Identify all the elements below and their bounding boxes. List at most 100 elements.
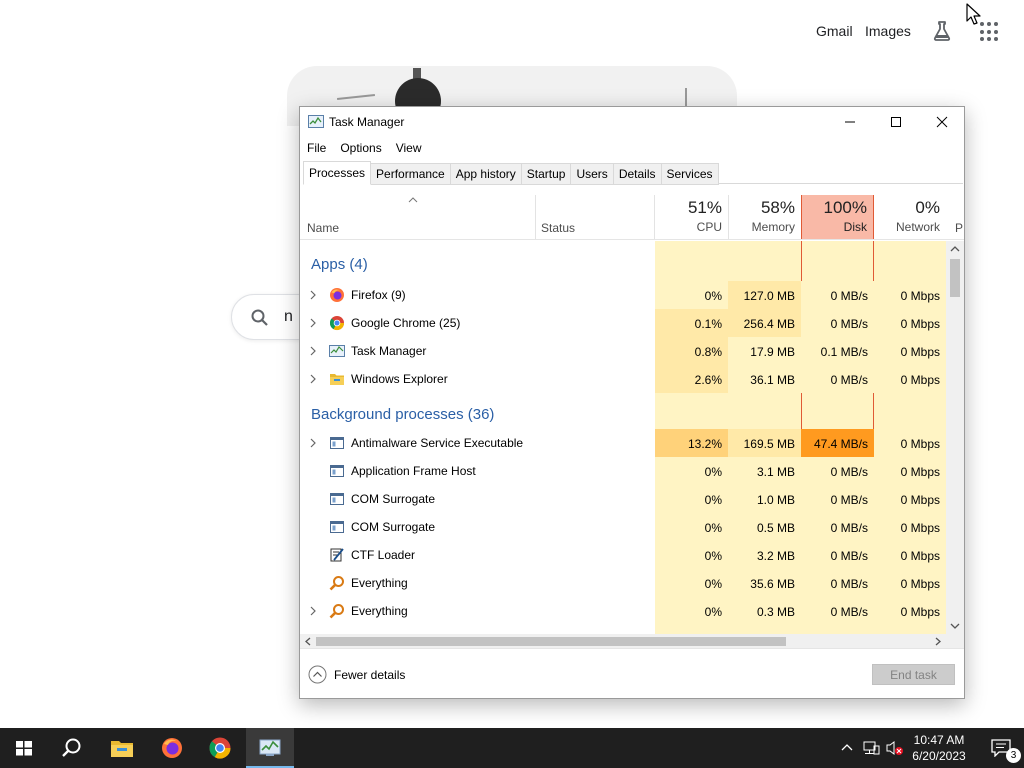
service-icon [330,521,344,533]
cpu-cell: 0% [655,485,728,513]
column-name[interactable]: Name [307,221,339,235]
task-manager-window: Task Manager File Options View Processes… [299,106,965,699]
network-label: Network [895,220,940,234]
process-list[interactable]: Apps (4) Firefox (9) 0% 127.0 MB 0 MB/s 0 Mbp… [300,241,946,634]
expand-chevron-icon[interactable] [309,289,317,301]
disk-cell: 0 MB/s [801,569,874,597]
process-row[interactable]: Windows Explorer 2.6% 36.1 MB 0 MB/s 0 Mbps [300,365,946,393]
tab-users[interactable]: Users [571,163,614,185]
expand-chevron-icon[interactable] [309,437,317,449]
network-cell: 0 Mbps [874,337,946,365]
process-row[interactable]: Firefox (9) 0% 127.0 MB 0 MB/s 0 Mbps [300,281,946,309]
process-row[interactable]: Task Manager 0.8% 17.9 MB 0.1 MB/s 0 Mbps [300,337,946,365]
scroll-down-icon[interactable] [950,622,960,630]
chevron-up-circle-icon[interactable] [308,665,327,684]
fewer-details-link[interactable]: Fewer details [334,668,405,682]
tray-network[interactable] [860,728,882,768]
process-name: Firefox (9) [351,288,406,302]
tab-processes[interactable]: Processes [303,161,372,185]
process-name: CTF Loader [351,548,416,562]
group-header-background[interactable]: Background processes (36) [300,395,946,431]
minimize-button[interactable] [827,107,873,137]
tab-app-history[interactable]: App history [450,163,522,185]
process-name: COM Surrogate [351,492,436,506]
process-row[interactable]: COM Surrogate 0% 0.5 MB 0 MB/s 0 Mbps [300,513,946,541]
clock-time: 10:47 AM [913,733,965,747]
tab-startup[interactable]: Startup [521,163,572,185]
system-clock[interactable]: 10:47 AM 6/20/2023 [906,732,972,764]
group-header-apps[interactable]: Apps (4) [300,245,946,281]
expand-chevron-icon[interactable] [309,373,317,385]
expand-chevron-icon[interactable] [309,345,317,357]
tray-overflow-button[interactable] [838,728,856,768]
cpu-cell: 2.6% [655,365,728,393]
process-row[interactable]: Application Frame Host 0% 3.1 MB 0 MB/s 0 Mb… [300,457,946,485]
action-center-button[interactable]: 3 [982,728,1021,768]
scroll-right-icon[interactable] [934,637,942,646]
column-header: Name Status 51% CPU 58% Memory 100% Disk… [300,195,964,240]
process-row[interactable]: COM Surrogate 0% 1.0 MB 0 MB/s 0 Mbps [300,485,946,513]
maximize-button[interactable] [873,107,919,137]
column-status[interactable]: Status [541,221,575,235]
memory-cell: 127.0 MB [728,281,801,309]
expand-chevron-icon[interactable] [309,605,317,617]
menu-view[interactable]: View [389,138,429,158]
scroll-left-icon[interactable] [304,637,312,646]
vertical-scrollbar[interactable] [946,241,964,634]
taskbar-task-manager[interactable] [246,728,294,768]
column-cpu[interactable]: 51% CPU [655,195,728,239]
tab-performance[interactable]: Performance [371,163,451,185]
column-separator[interactable] [535,195,536,239]
column-memory[interactable]: 58% Memory [728,195,801,239]
disk-cell: 0 MB/s [801,457,874,485]
network-cell: 0 Mbps [874,365,946,393]
menu-options[interactable]: Options [333,138,388,158]
column-power-partial[interactable]: P [955,221,963,235]
firefox-icon [162,738,182,758]
taskbar-file-explorer[interactable] [98,728,146,768]
taskbar-search-button[interactable] [48,728,96,768]
title-bar[interactable]: Task Manager [300,107,964,137]
tab-services[interactable]: Services [661,163,719,185]
column-disk[interactable]: 100% Disk [801,195,874,239]
disk-cell: 0 MB/s [801,597,874,625]
horizontal-scroll-thumb[interactable] [316,637,786,646]
group-title: Apps (4) [311,256,368,273]
disk-cell: 0 MB/s [801,281,874,309]
apps-grid-icon[interactable] [980,22,1000,42]
tray-volume[interactable] [884,728,906,768]
expand-chevron-icon[interactable] [309,317,317,329]
process-row[interactable]: CTF Loader 0% 3.2 MB 0 MB/s 0 Mbps [300,541,946,569]
taskbar-chrome[interactable] [196,728,244,768]
memory-cell: 17.9 MB [728,337,801,365]
cpu-cell: 0.8% [655,337,728,365]
process-row[interactable]: Antimalware Service Executable 13.2% 169.5… [300,429,946,457]
horizontal-scrollbar[interactable] [300,634,946,648]
flask-icon[interactable] [930,19,954,43]
close-button[interactable] [919,107,964,137]
menu-file[interactable]: File [300,138,333,158]
network-cell: 0 Mbps [874,597,946,625]
network-cell: 0 Mbps [874,541,946,569]
process-name: Google Chrome (25) [351,316,461,330]
scroll-up-icon[interactable] [950,245,960,253]
search-icon [251,309,268,326]
start-button[interactable] [0,728,48,768]
service-icon [330,465,344,477]
images-link[interactable]: Images [865,23,911,39]
process-name: COM Surrogate [351,520,436,534]
gmail-link[interactable]: Gmail [816,23,853,39]
disk-label: Disk [843,220,867,234]
end-task-button[interactable]: End task [872,664,955,685]
sort-ascending-icon[interactable] [408,197,418,203]
process-row[interactable]: Everything 0% 0.3 MB 0 MB/s 0 Mbps [300,597,946,625]
cpu-cell: 0.1% [655,309,728,337]
tab-details[interactable]: Details [613,163,662,185]
chrome-icon [209,737,231,759]
taskbar-firefox[interactable] [148,728,196,768]
column-network[interactable]: 0% Network [874,195,946,239]
process-row[interactable]: Google Chrome (25) 0.1% 256.4 MB 0 MB/s 0 Mb… [300,309,946,337]
vertical-scroll-thumb[interactable] [950,259,960,297]
process-row-partial[interactable] [300,625,946,634]
process-row[interactable]: Everything 0% 35.6 MB 0 MB/s 0 Mbps [300,569,946,597]
